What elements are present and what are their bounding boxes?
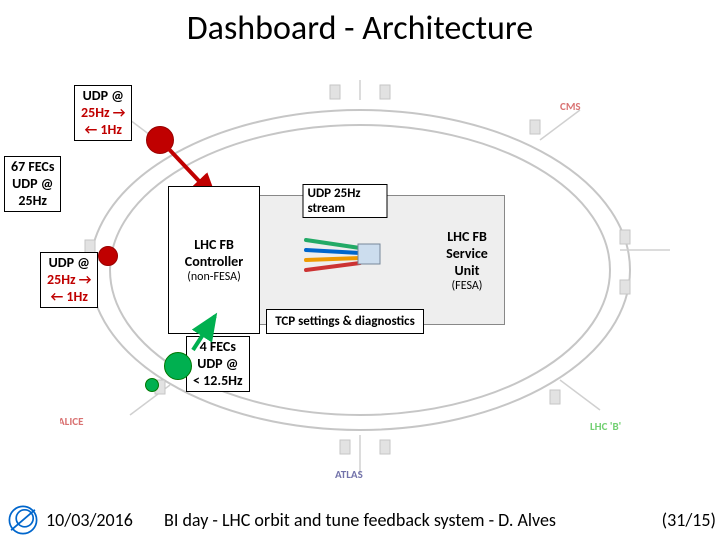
footer-page-number: (31/15) — [662, 509, 716, 531]
center-mid: UDP 25Hz stream TCP settings & diagnosti… — [260, 196, 430, 324]
text-line: 25Hz → — [81, 105, 125, 122]
tcp-settings-label: TCP settings & diagnostics — [266, 309, 424, 334]
text-line: ← 1Hz — [47, 289, 91, 306]
text-line: LHC FB — [447, 228, 487, 245]
text-line: 25Hz → — [47, 272, 91, 289]
text-line: UDP @ — [81, 88, 125, 105]
label-udp-top: UDP @ 25Hz → ← 1Hz — [74, 85, 132, 141]
footer-title: BI day - LHC orbit and tune feedback sys… — [0, 509, 720, 531]
text-line: (FESA) — [452, 279, 483, 293]
lhc-fb-service-box: LHC FB Service Unit (FESA) — [430, 196, 504, 324]
facility-lhcb: LHC 'B' — [590, 420, 621, 433]
text-line: LHC FB — [194, 236, 234, 253]
facility-atlas: ATLAS — [335, 468, 363, 480]
text-line: Unit — [455, 262, 480, 279]
footer: 10/03/2016 BI day - LHC orbit and tune f… — [0, 506, 720, 534]
facility-alice: ALICE — [60, 415, 83, 428]
node-red-left — [98, 246, 118, 266]
node-green-small — [145, 378, 159, 392]
text-line: < 12.5Hz — [193, 373, 243, 390]
text-line: 67 FECs — [11, 159, 54, 176]
center-panel: LHC FB Controller (non-FESA) UDP 25Hz st… — [175, 195, 505, 325]
udp-stream-label: UDP 25Hz stream — [303, 184, 388, 218]
text-line: Service — [446, 245, 488, 262]
text-line: ← 1Hz — [81, 122, 125, 139]
label-67-fecs: 67 FECs UDP @ 25Hz — [4, 156, 61, 212]
text-line: 25Hz — [11, 193, 54, 210]
ethernet-cable-icon — [300, 228, 390, 278]
text-line: UDP @ — [11, 176, 54, 193]
slide-root: Dashboard - Architecture — [0, 0, 720, 540]
stream-row: UDP 25Hz stream — [260, 196, 430, 309]
facility-cms: CMS — [560, 100, 581, 113]
text-line: (non-FESA) — [187, 270, 241, 284]
text-line: UDP @ — [47, 255, 91, 272]
label-udp-left: UDP @ 25Hz → ← 1Hz — [40, 252, 98, 308]
slide-title: Dashboard - Architecture — [0, 8, 720, 49]
text-line: Controller — [185, 253, 243, 270]
arrow-green-icon — [185, 310, 245, 360]
